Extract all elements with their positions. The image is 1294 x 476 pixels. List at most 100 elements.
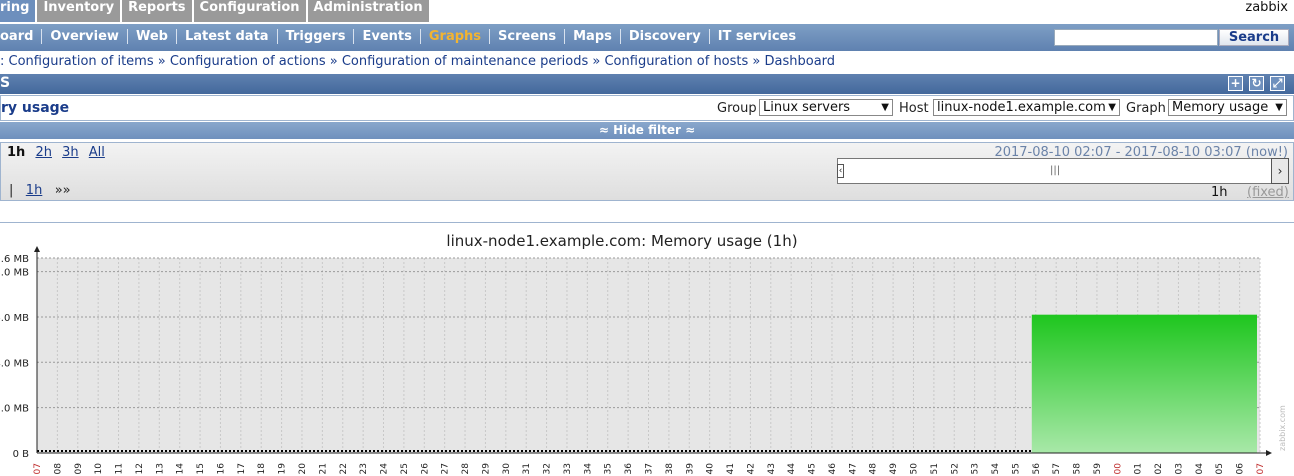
hide-filter-label: Hide filter <box>613 123 681 137</box>
x-tick-label: 25 <box>400 463 410 474</box>
zoom-2h[interactable]: 2h <box>35 145 52 160</box>
x-tick-label: 51 <box>930 463 940 474</box>
x-tick-label: 42 <box>746 463 756 474</box>
history-link-items[interactable]: : Configuration of items <box>0 54 154 69</box>
chevron-down-icon: ▼ <box>881 102 889 113</box>
x-tick-label: 58 <box>1073 463 1083 475</box>
submenu-overview[interactable]: Overview <box>42 29 128 44</box>
y-axis-arrow <box>34 246 40 252</box>
submenu-discovery[interactable]: Discovery <box>621 29 710 44</box>
nav-1h-link[interactable]: 1h <box>26 183 43 198</box>
x-tick-label: 19 <box>278 463 288 475</box>
x-tick-label: 59 <box>1093 463 1103 475</box>
x-tick-label: 29 <box>481 463 491 475</box>
x-tick-label: 02 <box>1154 463 1164 474</box>
period-scrollbar[interactable]: ‹ ||| › › <box>837 158 1289 184</box>
x-tick-label: 21 <box>318 463 328 474</box>
section-header-title: S <box>0 75 11 91</box>
submenu-events[interactable]: Events <box>354 29 421 44</box>
scrollbar-left-handle[interactable]: ‹ <box>837 164 844 178</box>
top-tab-monitoring[interactable]: ring <box>0 0 36 22</box>
breadcrumb: : Configuration of items » Configuration… <box>0 54 836 69</box>
y-tick-label: 2.0 MB <box>0 404 29 415</box>
user-name[interactable]: zabbix <box>1245 0 1288 15</box>
x-tick-label: 10 <box>94 463 104 475</box>
x-tick-label: 41 <box>726 463 736 474</box>
x-tick-label: 54 <box>991 463 1001 475</box>
x-tick-label: 43 <box>767 463 777 474</box>
submenu-it-services[interactable]: IT services <box>710 29 804 44</box>
hide-filter-toggle[interactable]: ≈ Hide filter ≈ <box>0 122 1294 139</box>
collapse-icon: ≈ <box>598 123 609 137</box>
y-tick-label: 8.6 MB <box>0 254 29 265</box>
x-tick-label: 34 <box>583 463 593 475</box>
x-tick-label: 35 <box>604 463 614 474</box>
zoom-all[interactable]: All <box>89 145 105 160</box>
submenu-dashboard[interactable]: oard <box>0 29 43 44</box>
x-tick-label: 52 <box>950 463 960 474</box>
refresh-icon[interactable]: ↻ <box>1249 76 1264 91</box>
x-tick-label: 49 <box>889 463 899 475</box>
x-tick-label: 00 <box>1113 463 1123 475</box>
period-length: 1h <box>1211 185 1228 200</box>
x-tick-label: 23 <box>359 463 369 474</box>
x-tick-label: 06 <box>1236 463 1246 475</box>
zoom-3h[interactable]: 3h <box>62 145 79 160</box>
top-tab-administration[interactable]: Administration <box>307 0 429 22</box>
graph-selection-row: ry usage Group Linux servers ▼ Host linu… <box>0 95 1294 121</box>
x-tick-label: 12 <box>135 463 145 474</box>
submenu-maps[interactable]: Maps <box>565 29 621 44</box>
submenu-triggers[interactable]: Triggers <box>278 29 355 44</box>
history-link-dashboard[interactable]: Dashboard <box>765 54 836 69</box>
top-tab-reports[interactable]: Reports <box>122 0 192 22</box>
x-tick-label: 36 <box>624 463 634 475</box>
top-tab-inventory[interactable]: Inventory <box>37 0 121 22</box>
nav-forward-link[interactable]: »» <box>55 183 71 198</box>
history-link-maintenance[interactable]: Configuration of maintenance periods <box>342 54 588 69</box>
chevron-down-icon: ▼ <box>1108 102 1116 113</box>
zoom-links: 1h 2h 3h All <box>7 145 111 160</box>
zoom-1h[interactable]: 1h <box>7 145 25 160</box>
history-link-hosts[interactable]: Configuration of hosts <box>604 54 748 69</box>
x-tick-label: 57 <box>1052 463 1062 474</box>
time-period-bar: 1h 2h 3h All 2017-08-10 02:07 - 2017-08-… <box>0 142 1294 201</box>
chevron-down-icon: ▼ <box>1275 102 1283 113</box>
x-tick-label: 27 <box>441 463 451 474</box>
host-select[interactable]: linux-node1.example.com ▼ <box>933 99 1120 116</box>
chevron-right-icon[interactable]: › <box>1271 158 1289 184</box>
history-link-actions[interactable]: Configuration of actions <box>170 54 326 69</box>
fixed-toggle[interactable]: (fixed) <box>1247 185 1289 200</box>
memory-usage-chart: 0 B 2.0 MB 4.0 MB 6.0 MB 8.0 MB 8.6 MB 07 08 09 1… <box>0 246 1287 475</box>
page-title: ry usage <box>1 100 70 116</box>
fullscreen-icon[interactable]: ⤢ <box>1270 76 1285 91</box>
add-to-favourites-icon[interactable]: + <box>1228 76 1243 91</box>
top-tab-configuration[interactable]: Configuration <box>193 0 306 22</box>
graph-panel: linux-node1.example.com: Memory usage (1… <box>0 222 1294 476</box>
x-tick-label: 33 <box>563 463 573 474</box>
x-tick-label: 38 <box>665 463 675 475</box>
x-tick-label: 16 <box>216 463 226 475</box>
x-tick-label: 39 <box>685 463 695 475</box>
memory-usage-bar <box>1031 314 1257 453</box>
x-tick-label: 37 <box>645 463 655 474</box>
submenu-screens[interactable]: Screens <box>490 29 566 44</box>
group-select[interactable]: Linux servers ▼ <box>759 99 893 116</box>
x-tick-label: 01 <box>1134 463 1144 474</box>
graph-label: Graph <box>1126 101 1166 116</box>
nav-separator: | <box>9 183 14 198</box>
x-tick-label: 45 <box>808 463 818 474</box>
submenu-web[interactable]: Web <box>128 29 177 44</box>
x-tick-label: 32 <box>543 463 553 474</box>
host-label: Host <box>899 101 929 116</box>
collapse-icon: ≈ <box>685 123 696 137</box>
graph-select[interactable]: Memory usage ▼ <box>1168 99 1287 116</box>
submenu-latest-data[interactable]: Latest data <box>177 29 278 44</box>
grip-icon[interactable]: ||| <box>1050 165 1060 176</box>
x-tick-label: 56 <box>1032 463 1042 475</box>
search-input[interactable] <box>1054 29 1218 46</box>
graph-select-value: Memory usage <box>1172 100 1269 115</box>
x-tick-label: 09 <box>74 463 84 475</box>
search-button[interactable]: Search <box>1219 29 1289 46</box>
submenu-graphs[interactable]: Graphs <box>421 29 491 44</box>
x-tick-label: 55 <box>1011 463 1021 474</box>
